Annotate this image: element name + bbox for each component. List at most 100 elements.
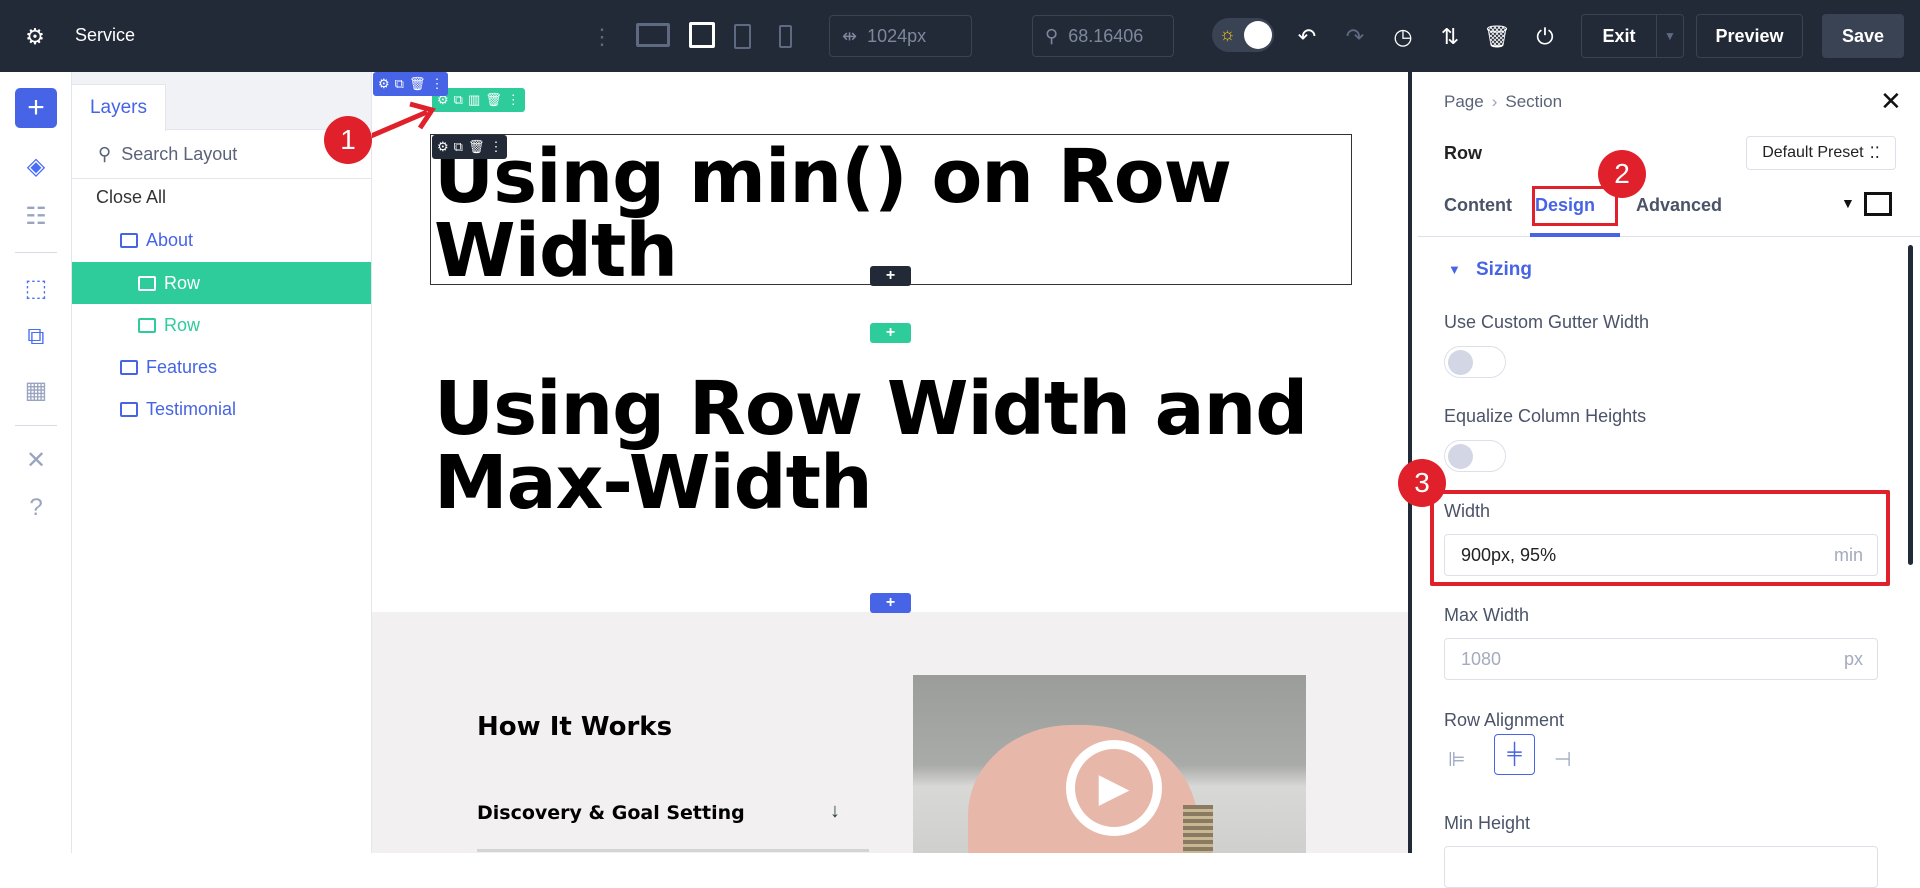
device-view-icon[interactable] xyxy=(1864,192,1892,216)
arrow-down-icon[interactable]: ↓ xyxy=(830,800,840,823)
columns-icon[interactable]: ▥ xyxy=(468,92,480,108)
tab-layers[interactable]: Layers xyxy=(72,84,166,131)
group-sizing[interactable]: Sizing xyxy=(1476,259,1532,281)
duplicate-icon[interactable]: ⧉ xyxy=(395,76,404,92)
add-module-button[interactable]: + xyxy=(870,266,911,286)
layer-row-selected[interactable]: Row xyxy=(72,262,371,304)
width-arrows-icon: ⇹ xyxy=(842,25,858,46)
layer-label: Row xyxy=(164,314,201,335)
trash-icon[interactable]: 🗑 xyxy=(409,76,426,92)
duplicate-icon[interactable]: ⧉ xyxy=(454,92,463,108)
caret-down-icon[interactable]: ▼ xyxy=(1841,195,1855,211)
laptop-view-icon[interactable] xyxy=(689,22,715,48)
help-icon[interactable]: ? xyxy=(15,488,57,528)
zoom-input[interactable]: ⚲ 68.16406 xyxy=(1032,15,1174,57)
width-input[interactable]: 900px, 95% min xyxy=(1444,534,1878,576)
coins-image xyxy=(1183,805,1213,853)
redo-icon[interactable]: ↷ xyxy=(1340,22,1370,52)
layer-row[interactable]: Row xyxy=(72,304,371,346)
preview-button[interactable]: Preview xyxy=(1696,14,1803,58)
layers-icon[interactable]: ◈ xyxy=(15,146,57,186)
max-width-input[interactable]: 1080 px xyxy=(1444,638,1878,680)
width-unit[interactable]: min xyxy=(1834,545,1863,566)
add-section-button[interactable]: + xyxy=(870,593,911,613)
preset-dropdown[interactable]: Default Preset ⁚⁚ xyxy=(1746,136,1896,170)
row-icon xyxy=(138,275,156,291)
equalize-toggle[interactable] xyxy=(1444,440,1506,472)
select-icon[interactable]: ⬚ xyxy=(15,268,57,308)
history-icon[interactable]: ◷ xyxy=(1388,22,1418,52)
layer-section-about[interactable]: About xyxy=(72,219,371,261)
toggle-knob xyxy=(1244,21,1272,49)
tab-content[interactable]: Content xyxy=(1444,195,1512,216)
breadcrumb: Page › Section xyxy=(1444,92,1562,112)
preview-layout-icon[interactable]: ▦ xyxy=(15,370,57,410)
trash-icon[interactable]: 🗑 xyxy=(485,92,502,108)
max-width-unit[interactable]: px xyxy=(1844,649,1863,670)
layer-label: Testimonial xyxy=(146,398,237,419)
trash-icon[interactable]: 🗑 xyxy=(468,139,485,155)
max-width-placeholder: 1080 xyxy=(1461,648,1502,669)
trash-icon[interactable]: 🗑 xyxy=(1482,22,1512,52)
exit-button[interactable]: Exit xyxy=(1581,14,1656,58)
close-icon[interactable]: ✕ xyxy=(1880,86,1902,117)
annotation-highlight-design xyxy=(1532,186,1618,226)
max-width-label: Max Width xyxy=(1444,605,1530,625)
canvas: Using min() on Row Width ⚙ ⧉ 🗑 ⋮ ⚙ ⧉ ▥ 🗑 ⋮ ⚙ ⧉ 🗑 ⋮… xyxy=(372,72,1408,853)
width-value: 900px, 95% xyxy=(1461,544,1557,565)
panel-scrollbar[interactable] xyxy=(1908,245,1913,565)
layer-label: Features xyxy=(146,356,218,377)
exit-dropdown-icon[interactable]: ▼ xyxy=(1656,14,1684,58)
more-vertical-icon[interactable]: ⋮ xyxy=(591,22,613,52)
accordion-title[interactable]: Discovery & Goal Setting xyxy=(477,802,745,824)
gear-icon[interactable]: ⚙ xyxy=(378,76,390,92)
min-height-input[interactable] xyxy=(1444,846,1878,888)
align-right-icon[interactable]: ⊣ xyxy=(1554,747,1584,777)
duplicate-icon[interactable]: ⧉ xyxy=(454,139,463,155)
layout-icon[interactable]: ☷ xyxy=(15,196,57,236)
gutter-toggle[interactable] xyxy=(1444,346,1506,378)
layer-section-features[interactable]: Features xyxy=(72,346,371,388)
width-value: 1024px xyxy=(867,25,927,46)
power-icon[interactable]: ⏻ xyxy=(1530,22,1560,52)
how-it-works-heading: How It Works xyxy=(477,712,673,742)
theme-toggle[interactable]: ☼ xyxy=(1212,18,1274,52)
multi-select-icon[interactable]: ⧉ xyxy=(15,317,57,357)
canvas-width-input[interactable]: ⇹ 1024px xyxy=(829,15,972,57)
sort-icon[interactable]: ⇅ xyxy=(1435,22,1465,52)
breadcrumb-page[interactable]: Page xyxy=(1444,92,1484,112)
row-icon xyxy=(138,317,156,333)
align-center-button[interactable]: ╪ xyxy=(1494,734,1535,775)
preset-icon: ⁚⁚ xyxy=(1869,145,1880,162)
annotation-arrow xyxy=(372,101,437,139)
layer-section-testimonial[interactable]: Testimonial xyxy=(72,388,371,430)
section-icon xyxy=(120,401,138,417)
breadcrumb-section[interactable]: Section xyxy=(1505,92,1562,112)
element-title: Row xyxy=(1444,143,1482,163)
more-icon[interactable]: ⋮ xyxy=(489,139,502,155)
left-rail: + ◈ ☷ ⬚ ⧉ ▦ ✕ ? xyxy=(0,72,72,853)
tablet-view-icon[interactable] xyxy=(734,24,751,49)
play-icon[interactable]: ▶ xyxy=(1066,740,1162,836)
tools-icon[interactable]: ✕ xyxy=(15,440,57,480)
more-icon[interactable]: ⋮ xyxy=(507,92,520,108)
caret-down-icon[interactable]: ▼ xyxy=(1448,262,1461,277)
gear-icon[interactable]: ⚙ xyxy=(20,22,50,52)
annotation-badge-2: 2 xyxy=(1598,150,1646,198)
section-icon xyxy=(120,232,138,248)
heading-row-width-max-width[interactable]: Using Row Width and Max-Width xyxy=(434,372,1334,520)
add-row-button[interactable]: + xyxy=(870,323,911,343)
phone-view-icon[interactable] xyxy=(779,25,792,48)
add-icon[interactable]: + xyxy=(15,88,57,128)
more-icon[interactable]: ⋮ xyxy=(430,76,443,92)
undo-icon[interactable]: ↶ xyxy=(1292,22,1322,52)
layer-label: About xyxy=(146,229,194,250)
layers-panel: Layers ⚲ Search Layout Close All About Ro… xyxy=(72,72,372,853)
close-all-button[interactable]: Close All xyxy=(96,187,166,208)
desktop-view-icon[interactable] xyxy=(636,23,670,47)
video-thumbnail[interactable]: ▶ xyxy=(913,675,1306,853)
align-left-icon[interactable]: ⊫ xyxy=(1448,747,1478,777)
tab-advanced[interactable]: Advanced xyxy=(1636,195,1722,216)
save-button[interactable]: Save xyxy=(1822,14,1904,58)
settings-panel: Page › Section ✕ Row Default Preset ⁚⁚ Cont… xyxy=(1398,72,1920,888)
